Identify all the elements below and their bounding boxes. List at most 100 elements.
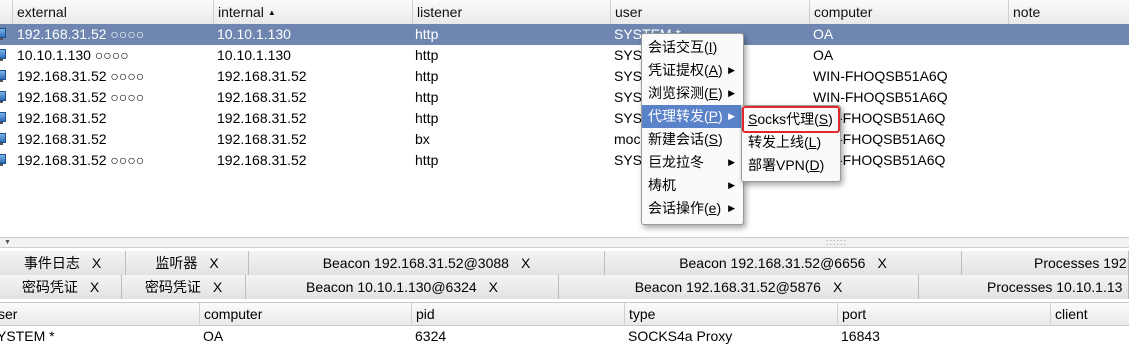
session-row[interactable]: 10.10.1.130 ○○○○ 10.10.1.130 http SYST O… — [0, 45, 1129, 66]
tab-label: Beacon 192.168.31.52@5876 — [634, 279, 821, 295]
menu-item-rportfwd[interactable]: 转发上线(L) — [742, 131, 838, 154]
session-row[interactable]: 192.168.31.52 ○○○○ 192.168.31.52 http SY… — [0, 150, 1129, 171]
submenu-arrow-icon: ▶ — [728, 180, 735, 190]
submenu-arrow-icon: ▶ — [728, 88, 735, 98]
cell-pid: 6324 — [415, 328, 447, 344]
menu-item-pivoting[interactable]: 代理转发(P) ▶ — [642, 105, 741, 128]
menu-item-interact[interactable]: 会话交互(I) — [642, 36, 741, 59]
session-row[interactable]: 192.168.31.52 192.168.31.52 bx moc -FHOQ… — [0, 129, 1129, 150]
menu-label-tail: ) — [716, 200, 722, 216]
col-type[interactable]: type — [624, 303, 837, 325]
session-row[interactable]: 192.168.31.52 ○○○○ 192.168.31.52 http SY… — [0, 87, 1129, 108]
menu-item-spawn[interactable]: 新建会话(S) — [642, 128, 741, 151]
col-computer-label: computer — [204, 306, 263, 322]
col-client-label: client — [1055, 306, 1088, 322]
tab-close-icon[interactable]: X — [877, 255, 886, 271]
session-row[interactable]: 192.168.31.52 ○○○○ 10.10.1.130 http SYST… — [0, 24, 1129, 45]
menu-item-taowu[interactable]: 梼杌 ▶ — [642, 174, 741, 197]
tab-label: 密码凭证 — [144, 279, 201, 295]
cell-listener: http — [415, 47, 439, 63]
menu-label-tail: ) — [718, 85, 723, 101]
cell-external: 192.168.31.52 ○○○○ — [17, 152, 145, 168]
cell-computer: OA — [203, 328, 224, 344]
menu-label: 梼杌 — [648, 177, 676, 193]
cell-listener: http — [415, 110, 439, 126]
tab-beacon-5876[interactable]: Beacon 192.168.31.52@5876 X — [559, 275, 919, 299]
tab-beacon-3088[interactable]: Beacon 192.168.31.52@3088 X — [249, 251, 605, 275]
tab-close-icon[interactable]: X — [209, 255, 218, 271]
menu-label: 会话操作( — [648, 200, 709, 216]
col-pid-label: pid — [416, 306, 435, 322]
menu-item-deploy-vpn[interactable]: 部署VPN(D) — [742, 154, 838, 177]
pane-splitter[interactable]: ▼ :::::: — [0, 237, 1129, 248]
tab-processes-192[interactable]: Processes 192 — [962, 251, 1129, 275]
menu-label-tail: ) — [816, 134, 822, 150]
menu-label-tail: ) — [712, 39, 718, 55]
cell-external: 192.168.31.52 — [17, 110, 107, 126]
col-note[interactable]: note — [1008, 0, 1129, 24]
menu-item-explore[interactable]: 浏览探测(E) ▶ — [642, 82, 741, 105]
computer-icon — [0, 70, 6, 82]
cell-user: YSTEM * — [0, 328, 55, 344]
col-client[interactable]: client — [1050, 303, 1129, 325]
col-note-label: note — [1013, 4, 1041, 20]
col-type-label: type — [629, 306, 656, 322]
cell-user: moc — [614, 131, 641, 147]
tab-close-icon[interactable]: X — [489, 279, 498, 295]
tab-credentials-1[interactable]: 密码凭证 X — [0, 275, 122, 299]
col-computer[interactable]: computer — [809, 0, 1008, 24]
tab-label: Beacon 192.168.31.52@6656 — [679, 255, 866, 271]
col-internal[interactable]: internal ▲ — [213, 0, 412, 24]
col-listener[interactable]: listener — [412, 0, 610, 24]
tab-close-icon[interactable]: X — [833, 279, 842, 295]
tab-beacon-6324[interactable]: Beacon 10.10.1.130@6324 X — [246, 275, 559, 299]
splitter-grip-icon[interactable]: :::::: — [826, 237, 847, 247]
col-user[interactable]: user — [610, 0, 809, 24]
cell-external: 192.168.31.52 ○○○○ — [17, 26, 145, 42]
menu-item-session[interactable]: 会话操作(e) ▶ — [642, 197, 741, 220]
tab-event-log[interactable]: 事件日志 X — [0, 251, 126, 275]
menu-label: 部署VPN( — [748, 157, 810, 173]
col-computer[interactable]: computer — [199, 303, 411, 325]
computer-icon — [0, 112, 6, 124]
session-context-menu: 会话交互(I) 凭证提权(A) ▶ 浏览探测(E) ▶ 代理转发(P) ▶ 新建会话(… — [641, 33, 744, 225]
tab-beacon-6656[interactable]: Beacon 192.168.31.52@6656 X — [605, 251, 962, 275]
session-row[interactable]: 192.168.31.52 ○○○○ 192.168.31.52 http SY… — [0, 66, 1129, 87]
cell-computer: OA — [813, 26, 834, 42]
menu-item-access[interactable]: 凭证提权(A) ▶ — [642, 59, 741, 82]
col-pid[interactable]: pid — [411, 303, 624, 325]
menu-label-tail: ) — [718, 62, 723, 78]
tab-label: 监听器 — [155, 255, 198, 271]
cell-port: 16843 — [841, 328, 880, 344]
tab-credentials-2[interactable]: 密码凭证 X — [122, 275, 246, 299]
col-user[interactable]: ser — [0, 303, 199, 325]
highlight-annotation-box — [742, 106, 840, 133]
menu-label-tail: ) — [718, 131, 723, 147]
tab-close-icon[interactable]: X — [213, 279, 222, 295]
session-row[interactable]: 192.168.31.52 192.168.31.52 http SYST -F… — [0, 108, 1129, 129]
cell-computer: WIN-FHOQSB51A6Q — [813, 68, 948, 84]
computer-icon — [0, 154, 6, 166]
menu-item-ladon[interactable]: 巨龙拉冬 ▶ — [642, 151, 741, 174]
cell-type: SOCKS4a Proxy — [628, 328, 733, 344]
tab-processes-10[interactable]: Processes 10.10.1.13 — [919, 275, 1129, 299]
cell-listener: http — [415, 26, 439, 42]
tab-close-icon[interactable]: X — [521, 255, 530, 271]
collapse-arrow-icon[interactable]: ▼ — [4, 239, 11, 246]
proxy-row[interactable]: YSTEM * OA 6324 SOCKS4a Proxy 16843 — [0, 325, 1129, 347]
tab-close-icon[interactable]: X — [92, 255, 101, 271]
col-port[interactable]: port — [837, 303, 1050, 325]
menu-label: 浏览探测( — [648, 85, 709, 101]
tab-listeners[interactable]: 监听器 X — [126, 251, 249, 275]
cell-computer: -FHOQSB51A6Q — [838, 110, 946, 126]
tab-close-icon[interactable]: X — [90, 279, 99, 295]
menu-label: 凭证提权( — [648, 62, 709, 78]
col-internal-label: internal — [218, 4, 264, 20]
tab-label: Beacon 192.168.31.52@3088 — [322, 255, 509, 271]
col-external-label: external — [17, 4, 67, 20]
cell-internal: 192.168.31.52 — [217, 131, 307, 147]
col-external[interactable]: external — [12, 0, 213, 24]
menu-label: 新建会话( — [648, 131, 709, 147]
cell-external: 192.168.31.52 ○○○○ — [17, 89, 145, 105]
proxy-table-header: ser computer pid type port client — [0, 302, 1129, 326]
